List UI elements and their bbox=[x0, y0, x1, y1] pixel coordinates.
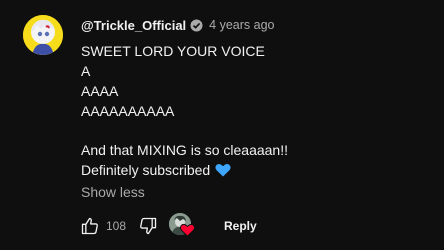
comment-text: SWEET LORD YOUR VOICE A AAAA AAAAAAAAAA … bbox=[81, 42, 288, 181]
comment-line-text: Definitely subscribed bbox=[81, 162, 211, 179]
author-name[interactable]: @Trickle_Official bbox=[81, 18, 186, 33]
comment-timestamp[interactable]: 4 years ago bbox=[209, 18, 274, 32]
reply-button[interactable]: Reply bbox=[216, 215, 265, 237]
dislike-button[interactable] bbox=[136, 214, 160, 238]
show-less-button[interactable]: Show less bbox=[81, 184, 145, 200]
creator-heart-badge bbox=[169, 213, 197, 239]
comment-header: @Trickle_Official 4 years ago bbox=[81, 16, 275, 34]
comment-actions: 108 Reply bbox=[78, 213, 265, 239]
comment-line: SWEET LORD YOUR VOICE bbox=[81, 43, 265, 59]
verified-icon bbox=[190, 19, 203, 32]
thumbs-up-icon bbox=[81, 217, 98, 235]
comment-line: A bbox=[81, 62, 91, 79]
like-button[interactable] bbox=[78, 214, 102, 238]
heart-icon bbox=[179, 223, 196, 237]
like-count: 108 bbox=[106, 219, 127, 233]
blue-heart-icon bbox=[215, 163, 231, 177]
comment-line-last: Definitely subscribed bbox=[81, 161, 288, 181]
avatar[interactable] bbox=[23, 15, 63, 55]
avatar-image bbox=[23, 15, 63, 55]
comment-line: AAAA bbox=[81, 82, 119, 99]
comment-line bbox=[81, 122, 288, 142]
comment-line: And that MIXING is so cleaaaan!! bbox=[81, 142, 288, 159]
comment-line: AAAAAAAAAA bbox=[81, 102, 175, 119]
thumbs-down-icon bbox=[140, 217, 157, 235]
